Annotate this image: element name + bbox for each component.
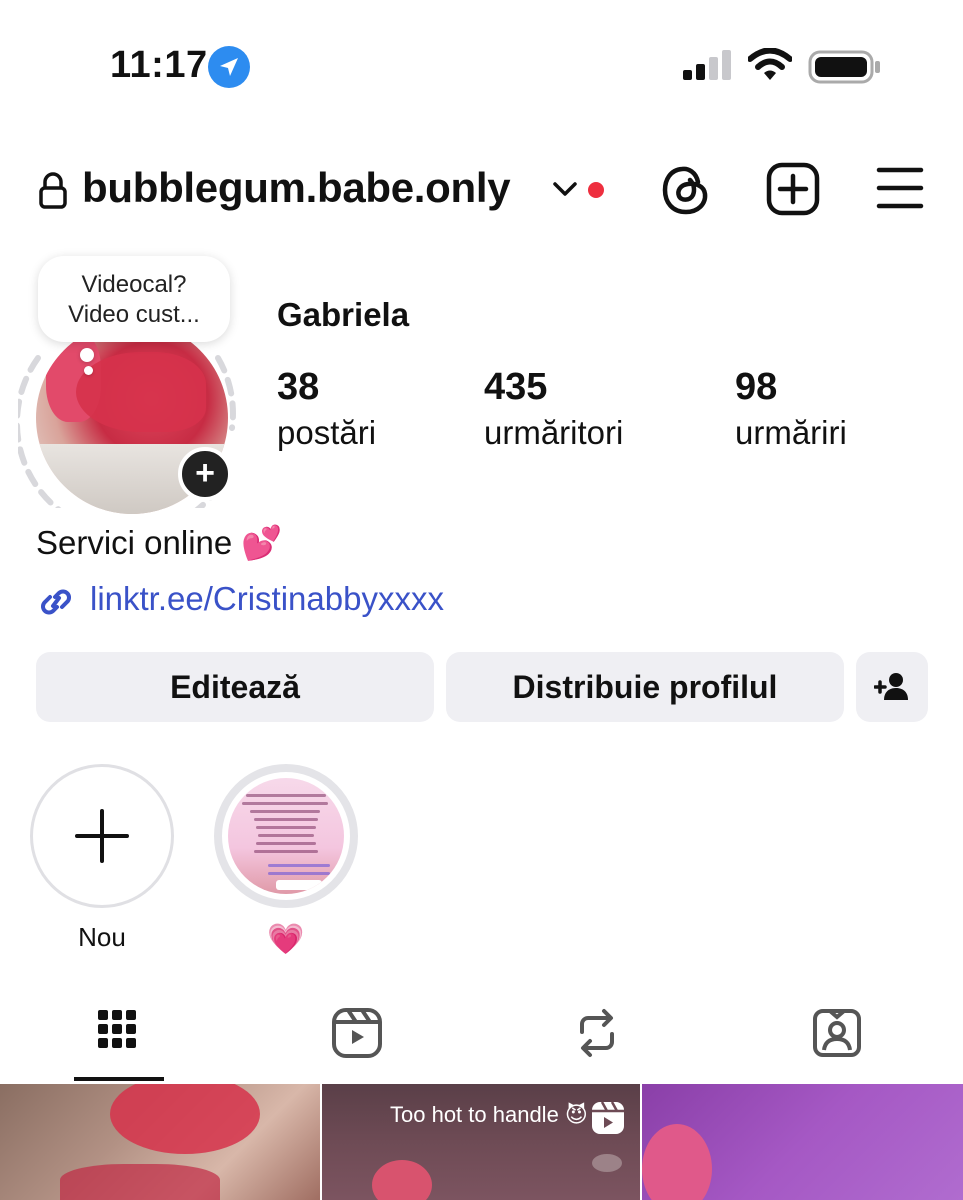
highlight-heart-label: 💗 [267,923,305,956]
display-name: Gabriela [277,296,410,333]
signal-icon [683,50,733,85]
account-switcher-username[interactable]: bubblegum.babe.only [82,164,511,212]
lock-icon [38,172,68,215]
location-arrow-icon [208,46,250,88]
stat-followers-label: urmăritori [484,414,624,451]
profile-tabs [0,990,963,1084]
highlight-heart[interactable]: 💗 [214,764,358,956]
battery-icon [808,50,882,89]
note-bubble[interactable]: Videocal? Video cust... [38,256,230,342]
threads-icon[interactable] [660,162,712,223]
reposts-icon [580,1009,614,1057]
tagged-icon [813,1009,861,1057]
menu-icon[interactable] [876,166,924,215]
stat-posts-label: postări [277,414,377,451]
highlight-new-label: Nou [78,922,126,952]
post-thumbnail[interactable] [0,1084,320,1200]
highlight-new-circle [30,764,174,908]
note-line-1: Videocal? [81,271,187,298]
post-thumbnail[interactable] [642,1084,963,1200]
stat-followers[interactable]: 435 urmăritori [484,366,623,458]
create-plus-icon[interactable] [766,162,820,221]
status-time: 11:17 [110,44,208,86]
edit-profile-button[interactable]: Editează [36,652,434,722]
wifi-icon [747,47,793,87]
plus-icon [75,809,129,863]
stat-posts-count: 38 [277,366,320,408]
stat-following-label: urmăriri [735,414,847,451]
note-line-2: Video cust... [68,301,200,328]
highlight-new[interactable]: Nou [30,764,174,954]
reels-icon [332,1008,382,1058]
grid-icon [98,1010,136,1048]
active-tab-indicator [74,1077,164,1081]
tab-reposts[interactable] [570,1006,630,1066]
reel-badge-icon [590,1100,626,1141]
bio-text: Servici online 💕 [36,524,283,561]
stat-followers-count: 435 [484,366,548,408]
note-tail-small [84,366,93,375]
post-overlay-text: Too hot to handle 😈 [390,1102,588,1127]
add-story-icon[interactable]: + [178,447,232,501]
profile-header: bubblegum.babe.only [0,150,963,230]
link-icon [36,584,76,625]
status-bar: 11:17 [0,0,963,130]
bio-link-text[interactable]: linktr.ee/Cristinabbyxxxx [90,580,444,618]
chevron-down-icon[interactable] [552,180,578,203]
stat-following[interactable]: 98 urmăriri [735,366,847,458]
posts-grid: Too hot to handle 😈 [0,1084,963,1200]
note-tail [80,348,94,362]
notification-dot [588,182,604,198]
tab-reels[interactable] [330,1006,390,1066]
tab-posts-grid[interactable] [90,1006,150,1066]
discover-people-button[interactable] [856,652,928,722]
post-thumbnail[interactable]: Too hot to handle 😈 [322,1084,640,1200]
highlight-thumbnail [228,778,344,894]
stat-posts[interactable]: 38 postări [277,366,376,458]
highlight-heart-circle [214,764,358,908]
stat-following-count: 98 [735,366,778,408]
share-profile-button[interactable]: Distribuie profilul [446,652,844,722]
tab-tagged[interactable] [810,1006,870,1066]
add-person-icon [873,673,908,700]
